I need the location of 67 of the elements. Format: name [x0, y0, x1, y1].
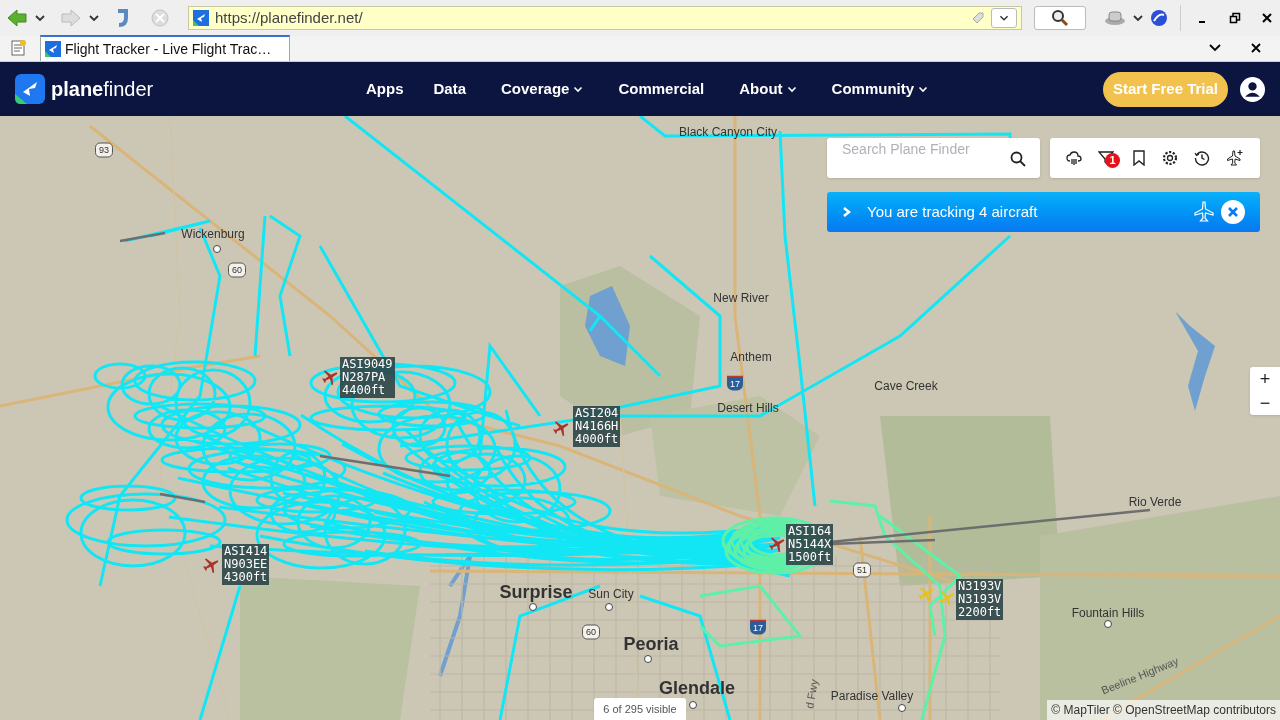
interstate-shield: 17 — [750, 619, 766, 635]
place-label: Cave Creek — [874, 380, 938, 392]
road-label: d Fwy — [804, 678, 820, 710]
aircraft-label[interactable]: ASI164 N5144X 1500ft — [786, 524, 834, 565]
place-label: Fountain Hills — [1071, 607, 1145, 619]
place-label: Sun City — [588, 588, 634, 600]
zoom-in-button[interactable]: + — [1250, 367, 1280, 391]
dropdown-caret-icon[interactable] — [88, 14, 100, 22]
bookmark-icon[interactable] — [1132, 150, 1146, 166]
highway-shield: 60 — [582, 624, 600, 640]
browser-tab[interactable]: Flight Tracker - Live Flight Trac… — [40, 35, 290, 61]
highway-shield: 93 — [95, 142, 113, 158]
close-icon[interactable] — [1250, 42, 1262, 54]
user-account-icon[interactable] — [1240, 76, 1265, 102]
logo-text[interactable]: planefinder — [51, 74, 161, 104]
interstate-shield: 17 — [727, 375, 743, 391]
city-label: Surprise — [499, 583, 573, 601]
plane-icon[interactable] — [553, 421, 569, 437]
restore-icon[interactable] — [1229, 12, 1241, 24]
nav-link[interactable]: Data — [433, 77, 466, 101]
visible-count-label: 6 of 295 visible — [594, 698, 686, 720]
tracking-message: You are tracking 4 aircraft — [867, 201, 1039, 222]
nav-link[interactable]: Apps — [366, 77, 404, 101]
tag-icon — [971, 11, 985, 25]
aircraft-label[interactable]: ASI414 N903EE 4300ft — [222, 544, 270, 585]
search-field[interactable]: Search Plane Finder — [827, 138, 1040, 178]
url-text: https://planefinder.net/ — [215, 7, 364, 28]
map-drawing[interactable] — [0, 116, 1280, 720]
plane-icon[interactable] — [769, 537, 785, 553]
map-attribution: © MapTiler © OpenStreetMap contributors — [1047, 700, 1280, 720]
plane-plus-icon[interactable] — [1226, 149, 1244, 167]
highway-shield: 51 — [853, 562, 871, 578]
city-label: Peoria — [623, 635, 679, 653]
place-label: Anthem — [730, 351, 772, 363]
back-arrow-icon[interactable] — [6, 8, 28, 28]
search-button[interactable] — [1034, 6, 1086, 30]
plane-icon[interactable] — [203, 558, 219, 574]
history-icon[interactable] — [1194, 150, 1210, 166]
chevron-right-icon[interactable] — [842, 206, 852, 218]
search-icon — [1051, 9, 1069, 27]
nav-link[interactable]: Coverage — [501, 77, 584, 101]
site-favicon-icon — [45, 41, 61, 57]
filter-count-badge: 1 — [1105, 153, 1120, 168]
dropdown-caret-icon[interactable] — [1132, 14, 1144, 22]
nav-link[interactable]: Commercial — [618, 77, 705, 101]
globe-icon[interactable] — [1150, 9, 1168, 27]
dropdown-caret-icon[interactable] — [1208, 43, 1222, 53]
logo-icon[interactable] — [15, 74, 45, 104]
nav-link[interactable]: About — [739, 77, 797, 101]
highway-shield: 60 — [228, 262, 246, 278]
place-label: Rio Verde — [1128, 496, 1182, 508]
close-icon[interactable] — [1261, 12, 1273, 24]
aircraft-label[interactable]: ASI204 N4166H 4000ft — [573, 406, 621, 447]
zoom-out-button[interactable]: − — [1250, 391, 1280, 415]
address-field[interactable]: https://planefinder.net/ — [188, 6, 1022, 30]
aircraft-label[interactable]: ASI9049 N287PA 4400ft — [340, 357, 395, 398]
plane-icon — [1193, 201, 1215, 223]
settings-icon[interactable] — [1162, 150, 1178, 166]
aircraft-label[interactable]: N3193V N3193V 2200ft — [956, 579, 1004, 620]
search-icon[interactable] — [1010, 151, 1026, 167]
place-label: Paradise Valley — [830, 690, 914, 702]
plane-icon[interactable] — [322, 370, 338, 386]
dropdown-caret-icon[interactable] — [34, 14, 46, 22]
cloud-rain-icon[interactable] — [1066, 150, 1082, 166]
site-favicon-icon — [193, 10, 209, 26]
place-label: New River — [713, 292, 769, 304]
nav-link[interactable]: Community — [831, 77, 929, 101]
